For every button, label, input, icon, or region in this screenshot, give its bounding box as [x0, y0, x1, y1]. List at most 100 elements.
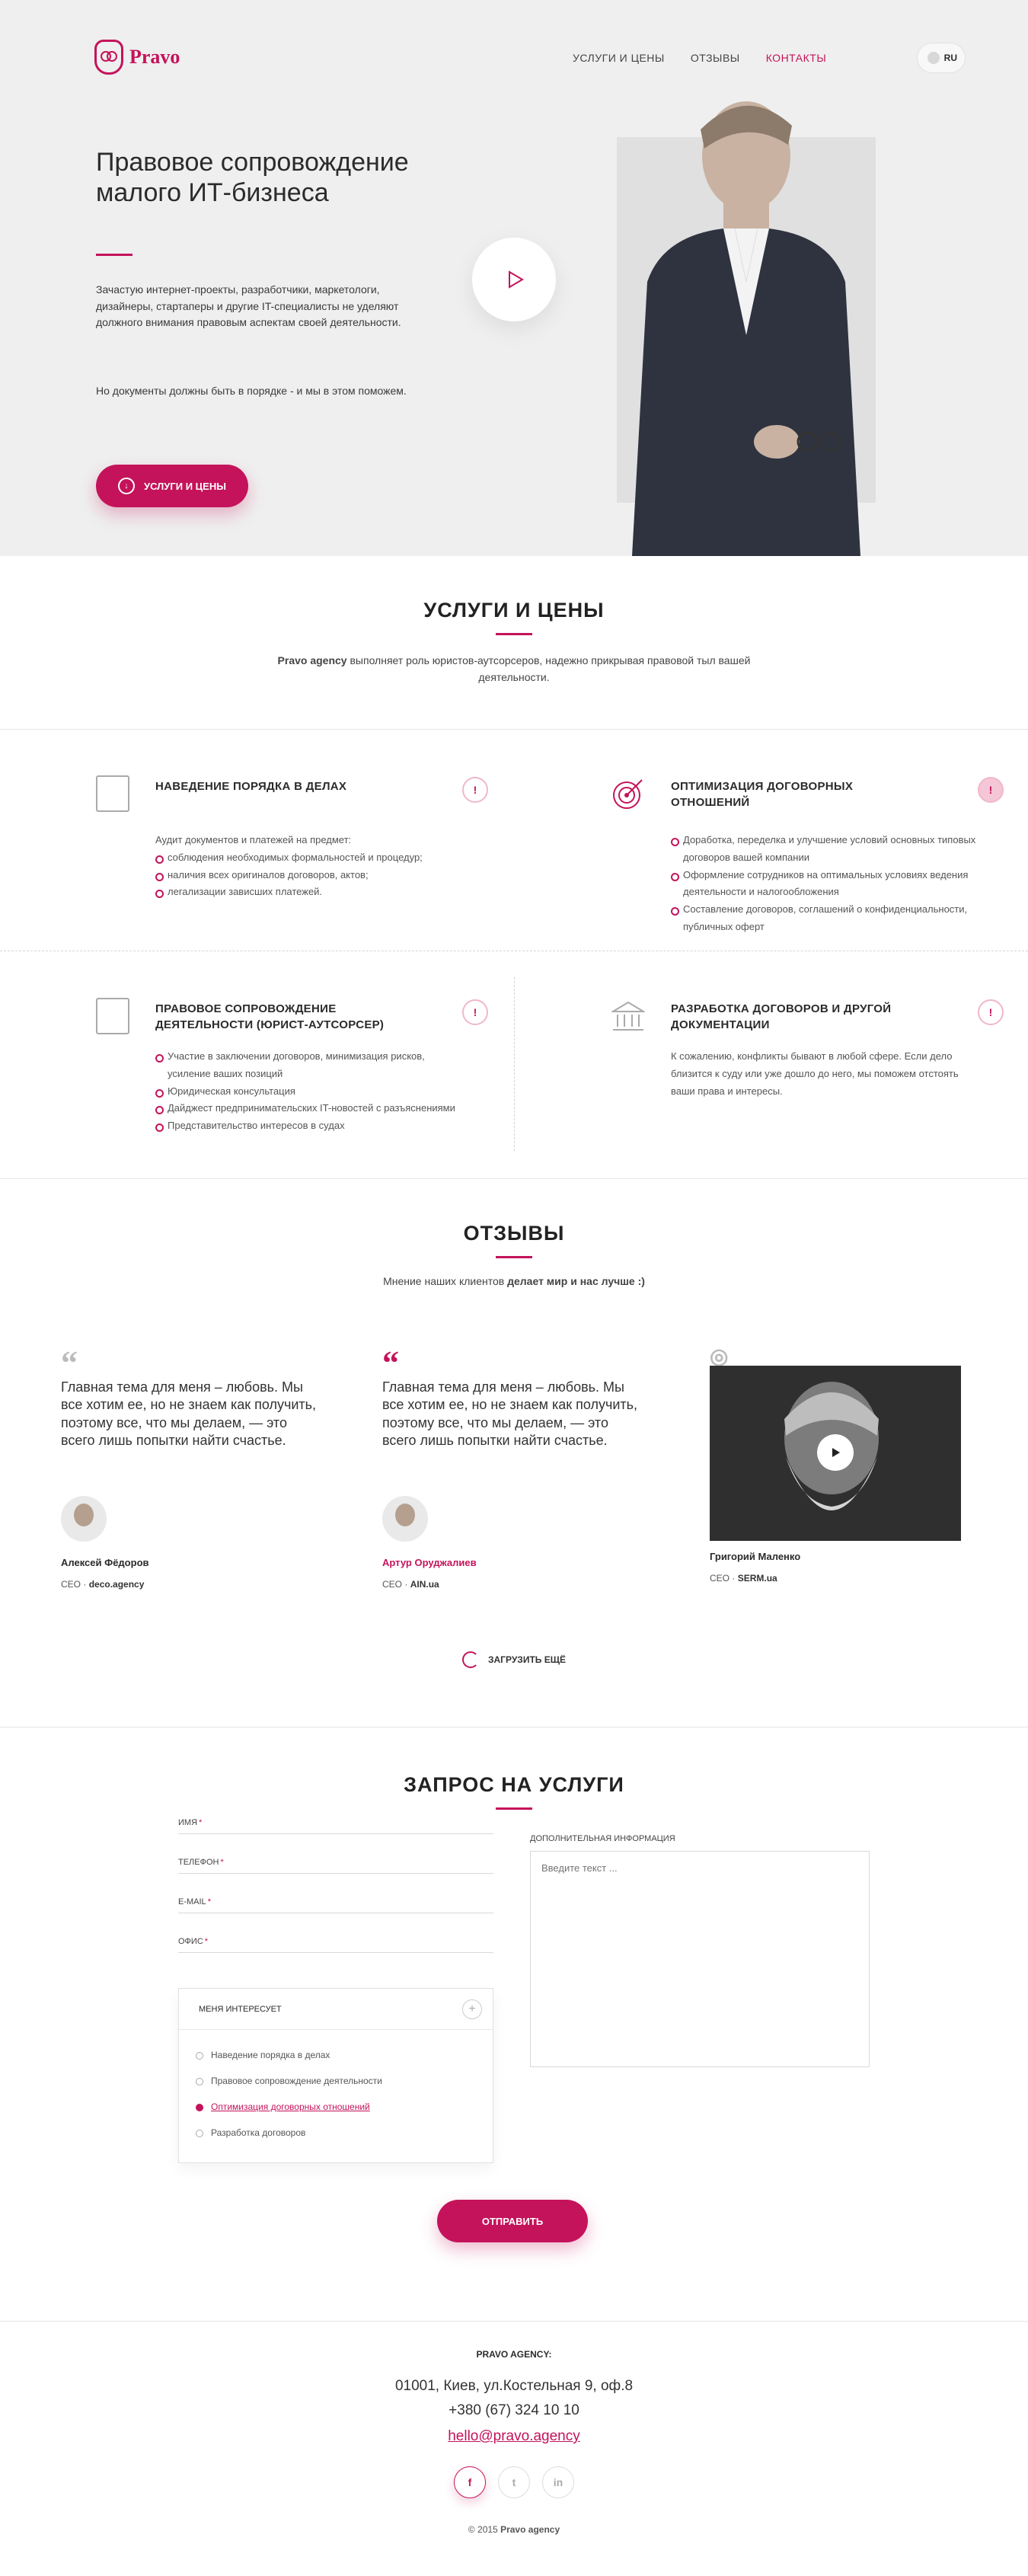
- services-subtitle-text: выполняет роль юристов-аутсорсеров, наде…: [346, 654, 751, 684]
- play-icon: [509, 270, 524, 289]
- footer-phone[interactable]: +380 (67) 324 10 10: [0, 2402, 1028, 2419]
- reviewer-role: CEO: [382, 1578, 403, 1590]
- service-bullet: Доработка, переделка и улучшение условий…: [671, 832, 983, 867]
- social-links: f t in: [0, 2466, 1028, 2498]
- review-text: Главная тема для меня – любовь. Мы все х…: [61, 1379, 317, 1449]
- copyright: © 2015 Pravo agency: [0, 2524, 1028, 2535]
- logo[interactable]: Pravo: [94, 40, 180, 75]
- interests-title: Меня интересует: [199, 2004, 282, 2014]
- menu-item-reviews[interactable]: Отзывы: [691, 52, 740, 64]
- submit-button[interactable]: Отправить: [437, 2200, 588, 2242]
- info-icon[interactable]: !: [978, 777, 1004, 803]
- review-card: “ Главная тема для меня – любовь. Мы все…: [382, 1347, 645, 1590]
- services-title: Услуги и цены: [423, 599, 605, 622]
- additional-info-label: Дополнительная информация: [530, 1834, 675, 1843]
- reviews-subtitle-b: делает мир и нас лучше :): [507, 1275, 645, 1287]
- services-button-label: Услуги и цены: [144, 480, 226, 492]
- service-bullet: Дайджест предпринимательских IT-новостей…: [155, 1100, 468, 1117]
- service-bullet: Юридическая консультация: [155, 1083, 468, 1101]
- reviewer-position: CEO · deco.agency: [61, 1578, 145, 1590]
- interest-option[interactable]: Разработка договоров: [196, 2127, 493, 2153]
- load-more-button[interactable]: Загрузить ещё: [0, 1651, 1028, 1668]
- reviews-title: Отзывы: [463, 1222, 565, 1245]
- toggle-knob-icon: [927, 52, 940, 64]
- request-section: Запрос на услуги Имя Телефон E-mail Офис…: [0, 1727, 1028, 2322]
- name-field[interactable]: Имя: [178, 1804, 493, 1834]
- copyright-year: © 2015: [468, 2524, 501, 2535]
- menu-item-services[interactable]: Услуги и цены: [573, 52, 665, 64]
- interest-option[interactable]: Наведение порядка в делах: [196, 2050, 493, 2076]
- reviews-section: Отзывы Мнение наших клиентов делает мир …: [0, 1179, 1028, 1727]
- info-icon[interactable]: !: [462, 999, 488, 1025]
- reviewer-name: Алексей Фёдоров: [61, 1556, 149, 1568]
- service-body: К сожалению, конфликты бывают в любой сф…: [671, 1050, 959, 1097]
- document-icon: [96, 775, 129, 812]
- quote-icon: “: [382, 1344, 399, 1382]
- reviewer-company[interactable]: deco.agency: [89, 1579, 145, 1590]
- reviewer-company[interactable]: AIN.ua: [410, 1579, 439, 1590]
- info-icon[interactable]: !: [462, 777, 488, 803]
- office-field[interactable]: Офис: [178, 1922, 493, 1953]
- review-card: “ Главная тема для меня – любовь. Мы все…: [61, 1347, 324, 1590]
- plus-icon[interactable]: +: [462, 1999, 482, 2019]
- language-switch[interactable]: RU: [917, 43, 966, 73]
- review-video[interactable]: [710, 1366, 961, 1541]
- reviews-subtitle: Мнение наших клиентов делает мир и нас л…: [0, 1275, 1028, 1287]
- logo-text: Pravo: [129, 46, 180, 68]
- interests-list: Наведение порядка в делах Правовое сопро…: [179, 2030, 493, 2153]
- video-play-button[interactable]: [472, 238, 556, 321]
- reviewer-role: CEO: [710, 1573, 730, 1584]
- service-title: Наведение порядка в делах: [155, 780, 347, 793]
- reviewer-position: CEO · SERM.ua: [710, 1573, 777, 1584]
- interests-header[interactable]: Меня интересует +: [179, 1989, 493, 2030]
- hero-section: Pravo Услуги и цены Отзывы Контакты RU П…: [0, 0, 1028, 556]
- reviews-subtitle-a: Мнение наших клиентов: [383, 1275, 508, 1287]
- service-bullet: Оформление сотрудников на оптимальных ус…: [671, 867, 983, 902]
- hero-description: Зачастую интернет-проекты, разработчики,…: [96, 283, 401, 329]
- field-label: Офис: [178, 1937, 208, 1946]
- service-bullet: наличия всех оригиналов договоров, актов…: [155, 867, 468, 884]
- target-icon: [613, 779, 643, 809]
- reviewer-company[interactable]: SERM.ua: [738, 1573, 777, 1584]
- service-body: Аудит документов и платежей на предмет: …: [155, 832, 468, 901]
- twitter-icon[interactable]: t: [498, 2466, 530, 2498]
- menu-item-contacts[interactable]: Контакты: [766, 52, 827, 64]
- section-underline: [496, 1807, 532, 1810]
- footer-email[interactable]: hello@pravo.agency: [0, 2428, 1028, 2445]
- play-button[interactable]: [817, 1434, 854, 1471]
- footer-title: Pravo agency:: [476, 2349, 552, 2360]
- top-nav: Pravo Услуги и цены Отзывы Контакты RU: [0, 40, 1028, 76]
- email-field[interactable]: E-mail: [178, 1883, 493, 1913]
- info-icon[interactable]: !: [978, 999, 1004, 1025]
- hero-title: Правовое сопровождение малого ИТ-бизнеса: [96, 148, 409, 208]
- interest-option-selected[interactable]: Оптимизация договорных отношений: [196, 2101, 493, 2127]
- service-bullet: Участие в заключении договоров, минимиза…: [155, 1048, 468, 1083]
- request-title: Запрос на услуги: [404, 1773, 624, 1796]
- facebook-icon[interactable]: f: [454, 2466, 486, 2498]
- load-more-label: Загрузить ещё: [488, 1654, 566, 1665]
- footer-address: 01001, Киев, ул.Костельная 9, оф.8: [394, 2378, 634, 2394]
- phone-field[interactable]: Телефон: [178, 1843, 493, 1874]
- language-label: RU: [943, 53, 957, 63]
- reviewer-name: Григорий Маленко: [710, 1551, 801, 1562]
- interests-select[interactable]: Меня интересует + Наведение порядка в де…: [178, 1988, 493, 2163]
- field-label: E-mail: [178, 1897, 211, 1906]
- services-header: Услуги и цены Pravo agency выполняет рол…: [0, 556, 1028, 730]
- brand-name: Pravo agency: [277, 654, 347, 666]
- services-prices-button[interactable]: ↓ Услуги и цены: [96, 465, 248, 507]
- review-text: Главная тема для меня – любовь. Мы все х…: [382, 1379, 638, 1449]
- interest-option[interactable]: Правовое сопровождение деятельности: [196, 2076, 493, 2101]
- service-body: Участие в заключении договоров, минимиза…: [155, 1048, 468, 1135]
- linkedin-icon[interactable]: in: [542, 2466, 574, 2498]
- footer: Pravo agency: 01001, Киев, ул.Костельная…: [0, 2322, 1028, 2568]
- title-underline: [96, 254, 132, 256]
- service-bullet: соблюдения необходимых формальностей и п…: [155, 849, 468, 867]
- field-label: Имя: [178, 1818, 202, 1827]
- reviewer-name: Артур Оруджалиев: [382, 1556, 477, 1568]
- service-body: Доработка, переделка и улучшение условий…: [671, 832, 983, 936]
- avatar: [61, 1495, 107, 1542]
- reviewer-position: CEO · AIN.ua: [382, 1578, 439, 1590]
- additional-info-textarea[interactable]: [530, 1851, 870, 2067]
- service-title: Правовое сопровождение деятельности (юри…: [155, 1002, 385, 1031]
- arrow-down-icon: ↓: [118, 478, 136, 494]
